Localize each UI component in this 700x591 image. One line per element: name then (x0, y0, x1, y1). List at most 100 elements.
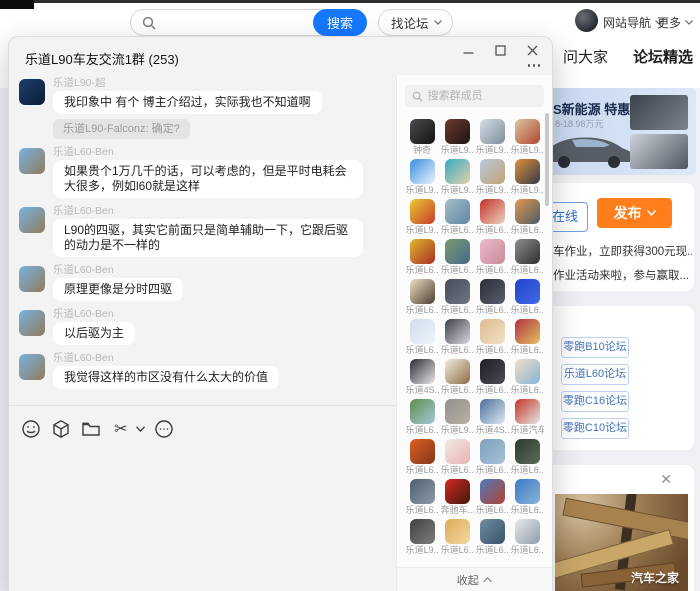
member-item[interactable]: 乐道L9... (406, 199, 439, 236)
message-input-area[interactable] (9, 451, 396, 591)
feed-link[interactable]: 作业活动来啦，参与赢取... (553, 267, 692, 283)
member-item[interactable]: 乐道L6... (406, 239, 439, 276)
sender-avatar[interactable] (19, 207, 45, 233)
tab-forum-featured[interactable]: 论坛精选 (633, 46, 693, 67)
publish-button[interactable]: 发布 (597, 198, 672, 228)
member-avatar[interactable] (445, 519, 470, 544)
member-avatar[interactable] (445, 399, 470, 424)
forum-tag-button[interactable]: 乐道L60论坛 (561, 364, 629, 385)
member-avatar[interactable] (480, 239, 505, 264)
close-ad-icon[interactable]: ✕ (660, 471, 672, 488)
find-forum-button[interactable]: 找论坛 (378, 9, 453, 36)
member-avatar[interactable] (410, 439, 435, 464)
close-icon[interactable] (527, 45, 538, 56)
member-item[interactable]: 乐道L9... (476, 119, 509, 156)
member-avatar[interactable] (480, 279, 505, 304)
member-avatar[interactable] (480, 199, 505, 224)
chat-history-icon[interactable] (152, 417, 176, 441)
member-item[interactable]: 乐道L6... (511, 439, 544, 476)
member-avatar[interactable] (445, 119, 470, 144)
member-avatar[interactable] (480, 399, 505, 424)
member-avatar[interactable] (515, 399, 540, 424)
member-item[interactable]: 乐道L6... (441, 439, 474, 476)
member-item[interactable]: 乐道L6... (441, 319, 474, 356)
member-item[interactable]: 乐道L6... (406, 479, 439, 516)
member-item[interactable]: 乐道L6... (441, 239, 474, 276)
forum-tag-button[interactable]: 零跑B10论坛 (561, 337, 629, 358)
collapse-button[interactable]: 收起 (397, 567, 552, 591)
site-nav-dropdown[interactable]: 网站导航 (603, 14, 663, 31)
member-item[interactable]: 乐道L6... (476, 279, 509, 316)
tab-ask-everyone[interactable]: 问大家 (563, 46, 608, 67)
member-item[interactable]: 乐道L9... (441, 119, 474, 156)
member-avatar[interactable] (515, 319, 540, 344)
member-avatar[interactable] (410, 519, 435, 544)
cube-icon[interactable] (49, 417, 73, 441)
member-avatar[interactable] (445, 279, 470, 304)
member-item[interactable]: 乐道4S... (406, 359, 439, 396)
member-item[interactable]: 乐道4S... (476, 399, 509, 436)
ad-image[interactable]: 汽车之家 (555, 494, 688, 591)
member-avatar[interactable] (515, 519, 540, 544)
member-item[interactable]: 乐道L6... (441, 199, 474, 236)
member-item[interactable]: 乐道L6... (441, 359, 474, 396)
member-avatar[interactable] (480, 319, 505, 344)
member-item[interactable]: 乐道L6... (511, 279, 544, 316)
member-item[interactable]: 乐道L6... (406, 399, 439, 436)
member-avatar[interactable] (515, 119, 540, 144)
member-item[interactable]: 乐道L6... (406, 279, 439, 316)
member-item[interactable]: 钟奇 (406, 119, 439, 156)
member-item[interactable]: 乐道L9... (441, 399, 474, 436)
sender-avatar[interactable] (19, 79, 45, 105)
member-item[interactable]: 乐道L6... (511, 239, 544, 276)
member-item[interactable]: 乐道L6... (476, 199, 509, 236)
member-avatar[interactable] (515, 479, 540, 504)
member-avatar[interactable] (410, 319, 435, 344)
member-avatar[interactable] (445, 159, 470, 184)
member-avatar[interactable] (480, 359, 505, 384)
member-avatar[interactable] (410, 359, 435, 384)
member-avatar[interactable] (515, 199, 540, 224)
member-avatar[interactable] (480, 439, 505, 464)
member-avatar[interactable] (445, 479, 470, 504)
member-avatar[interactable] (410, 479, 435, 504)
folder-icon[interactable] (79, 417, 103, 441)
member-item[interactable]: 乐道L6... (476, 239, 509, 276)
sender-avatar[interactable] (19, 148, 45, 174)
forum-tag-button[interactable]: 零跑C16论坛 (561, 391, 629, 412)
member-avatar[interactable] (410, 399, 435, 424)
member-item[interactable]: 乐道L6... (476, 359, 509, 396)
member-avatar[interactable] (445, 359, 470, 384)
emoji-icon[interactable] (19, 417, 43, 441)
search-input[interactable] (161, 11, 311, 34)
member-avatar[interactable] (410, 199, 435, 224)
sender-avatar[interactable] (19, 266, 45, 292)
member-item[interactable]: 乐道L6... (476, 479, 509, 516)
member-avatar[interactable] (515, 439, 540, 464)
forum-tag-button[interactable]: 零跑C10论坛 (561, 418, 629, 439)
member-item[interactable]: 乐道L6... (511, 479, 544, 516)
member-avatar[interactable] (515, 159, 540, 184)
member-scrollbar[interactable] (545, 113, 549, 206)
member-item[interactable]: 乐道L6... (511, 319, 544, 356)
sender-avatar[interactable] (19, 310, 45, 336)
member-item[interactable]: 乐道L6... (511, 359, 544, 396)
scissors-icon[interactable]: ✂ (109, 417, 133, 441)
member-avatar[interactable] (480, 119, 505, 144)
chevron-down-icon[interactable] (134, 417, 146, 441)
member-item[interactable]: 乐道L6... (441, 279, 474, 316)
member-avatar[interactable] (410, 239, 435, 264)
more-options-icon[interactable] (528, 64, 541, 67)
member-item[interactable]: 乐道L6... (441, 519, 474, 556)
member-item[interactable]: 乐道L6... (406, 439, 439, 476)
member-item[interactable]: 乐道L9... (476, 159, 509, 196)
member-item[interactable]: 乐道L9... (441, 159, 474, 196)
member-item[interactable]: 乐道汽车 (511, 399, 544, 436)
member-avatar[interactable] (445, 319, 470, 344)
search-button[interactable]: 搜索 (313, 9, 367, 36)
sender-avatar[interactable] (19, 354, 45, 380)
member-item[interactable]: 奔驰车... (441, 479, 474, 516)
member-search-input[interactable] (428, 90, 538, 102)
member-item[interactable]: 乐道L6... (406, 319, 439, 356)
member-item[interactable]: 乐道L6... (511, 519, 544, 556)
